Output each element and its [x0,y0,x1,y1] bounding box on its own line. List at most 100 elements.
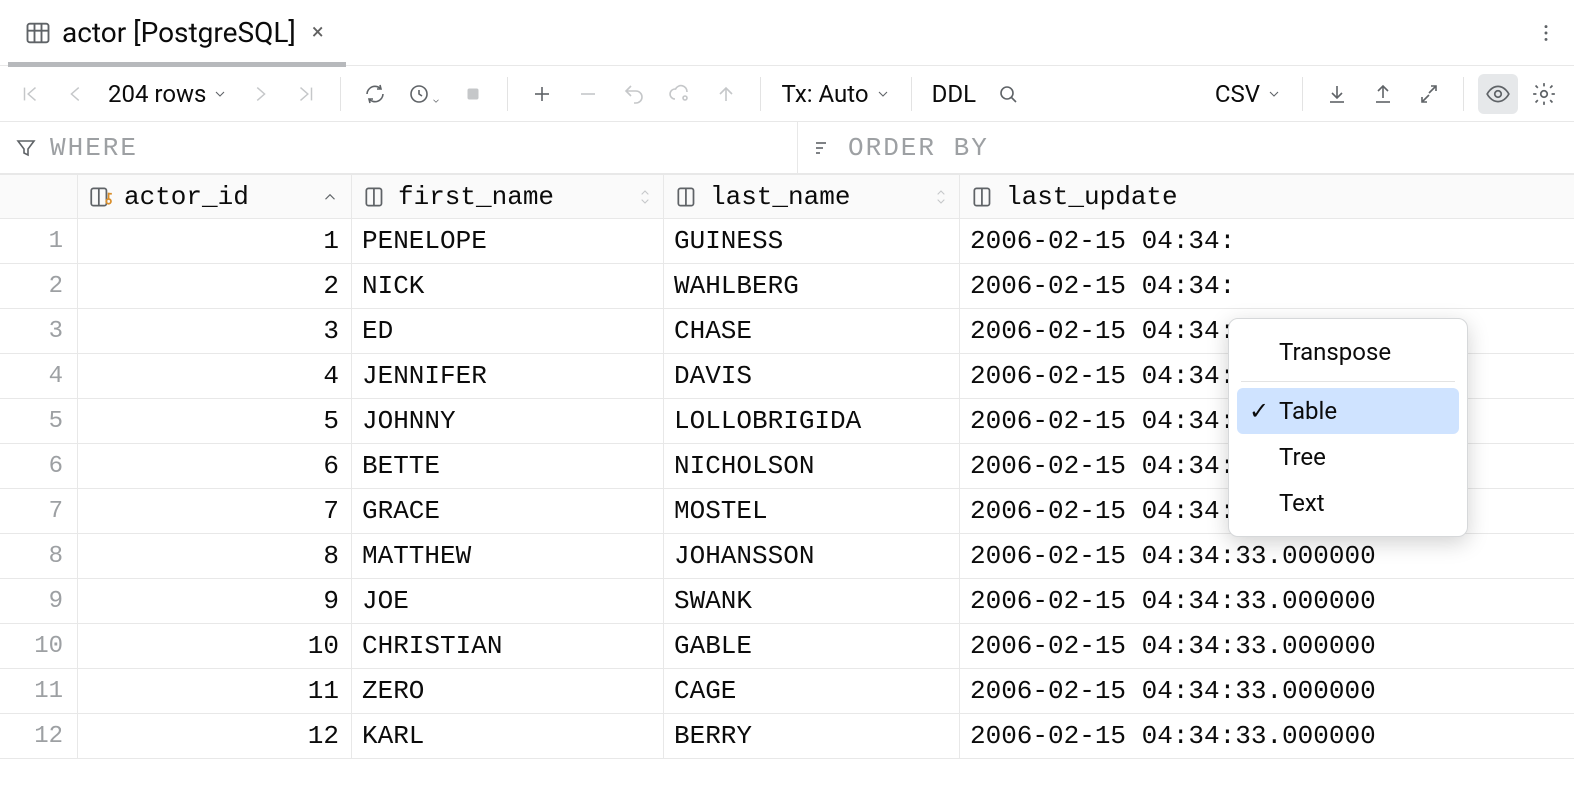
column-icon [970,184,996,210]
search-button[interactable] [988,74,1028,114]
cell-last_name[interactable]: GUINESS [664,219,960,263]
cell-first_name[interactable]: BETTE [352,444,664,488]
last-page-button[interactable] [286,74,326,114]
revert-button[interactable] [614,74,654,114]
kebab-icon [1535,22,1557,44]
undo-icon [622,82,646,106]
settings-button[interactable] [1524,74,1564,114]
row-count-label: 204 rows [108,80,206,108]
menu-item-text[interactable]: Text [1237,480,1459,526]
cell-last_name[interactable]: GABLE [664,624,960,668]
refresh-icon [363,82,387,106]
cell-last_update[interactable]: 2006-02-15 04:34:33.000000 [960,624,1574,668]
menu-item-tree[interactable]: Tree [1237,434,1459,480]
cell-actor_id[interactable]: 3 [78,309,352,353]
cell-first_name[interactable]: PENELOPE [352,219,664,263]
table-row[interactable]: 99JOESWANK2006-02-15 04:34:33.000000 [0,579,1574,624]
cell-first_name[interactable]: MATTHEW [352,534,664,578]
cell-actor_id[interactable]: 5 [78,399,352,443]
upload-button[interactable] [1363,74,1403,114]
cell-last_name[interactable]: MOSTEL [664,489,960,533]
compare-button[interactable] [1409,74,1449,114]
reload-button[interactable] [355,74,395,114]
cell-actor_id[interactable]: 6 [78,444,352,488]
cell-actor_id[interactable]: 10 [78,624,352,668]
table-row[interactable]: 88MATTHEWJOHANSSON2006-02-15 04:34:33.00… [0,534,1574,579]
submit-button[interactable] [706,74,746,114]
column-header-first_name[interactable]: first_name [352,175,664,218]
cell-last_name[interactable]: JOHANSSON [664,534,960,578]
first-page-button[interactable] [10,74,50,114]
cell-actor_id[interactable]: 9 [78,579,352,623]
column-header-last_name[interactable]: last_name [664,175,960,218]
cell-actor_id[interactable]: 1 [78,219,352,263]
auto-reload-button[interactable] [401,74,447,114]
menu-item-label: Text [1279,489,1325,517]
more-options-button[interactable] [1526,13,1566,53]
row-number: 7 [0,489,78,533]
table-row[interactable]: 1212KARLBERRY2006-02-15 04:34:33.000000 [0,714,1574,759]
table-row[interactable]: 1111ZEROCAGE2006-02-15 04:34:33.000000 [0,669,1574,714]
cell-last_name[interactable]: NICHOLSON [664,444,960,488]
cell-last_name[interactable]: SWANK [664,579,960,623]
check-icon: ✓ [1249,397,1269,425]
cell-last_update[interactable]: 2006-02-15 04:34:33.000000 [960,534,1574,578]
column-header-actor_id[interactable]: actor_id [78,175,352,218]
column-header-last_update[interactable]: last_update [960,175,1574,218]
cell-first_name[interactable]: KARL [352,714,664,758]
table-row[interactable]: 1010CHRISTIANGABLE2006-02-15 04:34:33.00… [0,624,1574,669]
column-icon [674,184,700,210]
cell-actor_id[interactable]: 8 [78,534,352,578]
preview-pending-button[interactable] [660,74,700,114]
cell-first_name[interactable]: CHRISTIAN [352,624,664,668]
orderby-filter[interactable]: ORDER BY [798,122,1003,173]
cell-first_name[interactable]: JENNIFER [352,354,664,398]
row-count-dropdown[interactable]: 204 rows [102,74,234,114]
cell-last_name[interactable]: BERRY [664,714,960,758]
toolbar: 204 rows Tx: Auto DDL [0,66,1574,122]
cell-last_update[interactable]: 2006-02-15 04:34: [960,219,1574,263]
cell-last_update[interactable]: 2006-02-15 04:34:33.000000 [960,714,1574,758]
menu-item-table[interactable]: ✓Table [1237,388,1459,434]
stop-icon [462,83,484,105]
prev-page-button[interactable] [56,74,96,114]
export-format-dropdown[interactable]: CSV [1209,74,1288,114]
chevron-down-icon [875,86,891,102]
tx-mode-dropdown[interactable]: Tx: Auto [775,74,896,114]
cell-first_name[interactable]: NICK [352,264,664,308]
cell-first_name[interactable]: GRACE [352,489,664,533]
cell-actor_id[interactable]: 11 [78,669,352,713]
next-page-button[interactable] [240,74,280,114]
cell-last_update[interactable]: 2006-02-15 04:34:33.000000 [960,669,1574,713]
close-icon[interactable]: × [306,14,330,51]
cell-first_name[interactable]: ED [352,309,664,353]
cell-actor_id[interactable]: 12 [78,714,352,758]
stop-button[interactable] [453,74,493,114]
row-number: 2 [0,264,78,308]
table-row[interactable]: 22NICKWAHLBERG2006-02-15 04:34: [0,264,1574,309]
cell-last_update[interactable]: 2006-02-15 04:34:33.000000 [960,579,1574,623]
tx-mode-label: Tx: Auto [781,80,868,108]
tab-actor[interactable]: actor [PostgreSQL] × [8,0,346,66]
where-filter[interactable]: WHERE [0,122,798,173]
cell-first_name[interactable]: ZERO [352,669,664,713]
cell-actor_id[interactable]: 2 [78,264,352,308]
menu-item-transpose[interactable]: Transpose [1237,329,1459,375]
cell-last_name[interactable]: CAGE [664,669,960,713]
cell-last_name[interactable]: LOLLOBRIGIDA [664,399,960,443]
delete-row-button[interactable] [568,74,608,114]
cell-last_name[interactable]: WAHLBERG [664,264,960,308]
key-column-icon [88,184,114,210]
cell-actor_id[interactable]: 4 [78,354,352,398]
cell-first_name[interactable]: JOHNNY [352,399,664,443]
cell-actor_id[interactable]: 7 [78,489,352,533]
download-button[interactable] [1317,74,1357,114]
table-row[interactable]: 11PENELOPEGUINESS2006-02-15 04:34: [0,219,1574,264]
view-mode-button[interactable] [1478,74,1518,114]
add-row-button[interactable] [522,74,562,114]
cell-last_update[interactable]: 2006-02-15 04:34: [960,264,1574,308]
cell-last_name[interactable]: DAVIS [664,354,960,398]
ddl-button[interactable]: DDL [926,74,982,114]
cell-last_name[interactable]: CHASE [664,309,960,353]
cell-first_name[interactable]: JOE [352,579,664,623]
